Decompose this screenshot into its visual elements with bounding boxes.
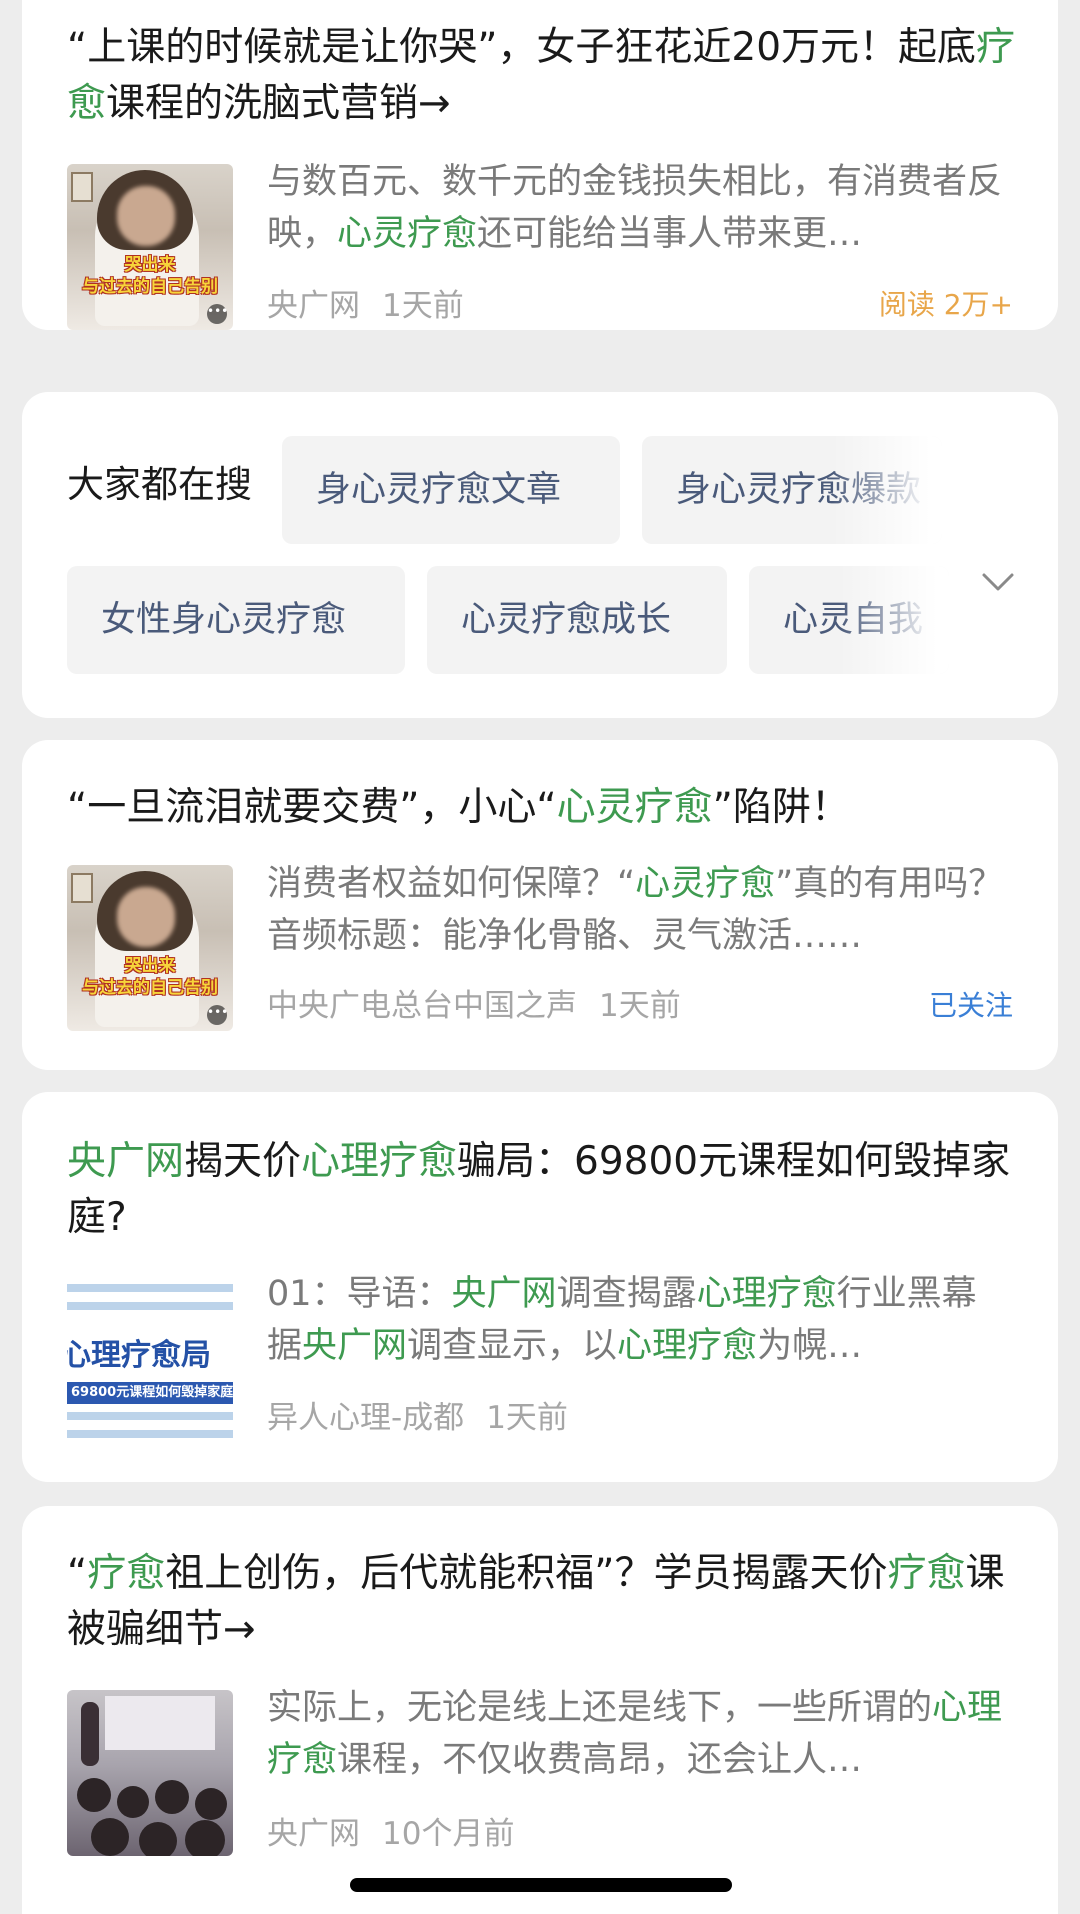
news-source: 中央广电总台中国之声	[267, 988, 577, 1024]
news-title[interactable]: “疗愈祖上创伤，后代就能积福”？学员揭露天价疗愈课被骗细节→	[67, 1546, 1018, 1658]
audience-head	[77, 1778, 111, 1812]
speaker-figure	[81, 1702, 99, 1766]
search-suggestions-card: 大家都在搜 身心灵疗愈文章 身心灵疗愈爆款 女性身心灵疗愈 心灵疗愈成长 心灵自…	[22, 392, 1058, 718]
search-chip[interactable]: 身心灵疗愈文章	[282, 436, 620, 544]
person-face	[117, 887, 175, 947]
audience-head	[185, 1820, 225, 1856]
banner-stripe	[67, 1412, 233, 1420]
news-thumbnail[interactable]: 哭出来 与过去的自己告别 •••	[67, 164, 233, 330]
news-meta: 央广网 1天前	[267, 280, 464, 325]
chevron-down-icon-svg	[982, 573, 1014, 591]
thumbnail-headline: 心理疗愈局	[67, 1338, 211, 1373]
thumbnail-subline: 69800元课程如何毁掉家庭?	[67, 1382, 233, 1404]
news-summary: 消费者权益如何保障？“心灵疗愈”真的有用吗？音频标题：能净化骨骼、灵气激活……	[267, 864, 1004, 956]
news-title[interactable]: “一旦流泪就要交费”，小心“心灵疗愈”陷阱！	[67, 780, 1018, 836]
more-dots-icon: •••	[207, 1005, 228, 1025]
audience-head	[117, 1786, 149, 1818]
banner-stripe	[67, 1302, 233, 1310]
news-source: 央广网	[267, 1816, 360, 1852]
banner-stripe	[67, 1430, 233, 1438]
news-summary: 01：导语：央广网调查揭露心理疗愈行业黑幕 据央广网调查显示，以心理疗愈为幌…	[267, 1274, 977, 1366]
news-card[interactable]: “上课的时候就是让你哭”，女子狂花近20万元！起底疗愈课程的洗脑式营销→ 哭出来…	[22, 0, 1058, 330]
more-dots-icon: •••	[207, 304, 228, 324]
news-thumbnail[interactable]: 哭出来 与过去的自己告别 •••	[67, 865, 233, 1031]
picture-frame	[71, 172, 93, 202]
news-time: 10个月前	[382, 1816, 515, 1852]
news-card[interactable]: “疗愈祖上创伤，后代就能积福”？学员揭露天价疗愈课被骗细节→ 实际上，无论是线上…	[22, 1506, 1058, 1914]
search-chip[interactable]: 女性身心灵疗愈	[67, 566, 405, 674]
search-suggestions-label: 大家都在搜	[67, 463, 252, 506]
followed-label[interactable]: 已关注	[929, 984, 1013, 1024]
picture-frame	[71, 873, 93, 903]
news-title[interactable]: “上课的时候就是让你哭”，女子狂花近20万元！起底疗愈课程的洗脑式营销→	[67, 20, 1018, 132]
news-thumbnail[interactable]	[67, 1690, 233, 1856]
home-indicator[interactable]	[350, 1878, 732, 1892]
search-chip[interactable]: 心灵疗愈成长	[427, 566, 727, 674]
audience-head	[195, 1788, 227, 1820]
chevron-down-icon[interactable]	[978, 562, 1018, 602]
news-time: 1天前	[599, 988, 681, 1024]
news-meta: 中央广电总台中国之声 1天前	[267, 980, 681, 1025]
audience-head	[139, 1822, 177, 1856]
person-face	[117, 186, 175, 246]
thumbnail-caption: 哭出来 与过去的自己告别	[82, 956, 218, 998]
search-chip[interactable]: 身心灵疗愈爆款	[642, 436, 942, 544]
news-card[interactable]: 央广网揭天价心理疗愈骗局：69800元课程如何毁掉家庭? 心理疗愈局 69800…	[22, 1092, 1058, 1482]
news-summary: 实际上，无论是线上还是线下，一些所谓的心理疗愈课程，不仅收费高昂，还会让人…	[267, 1688, 1003, 1780]
news-source: 异人心理-成都	[267, 1400, 465, 1436]
news-meta: 央广网 10个月前	[267, 1808, 514, 1853]
banner-stripe	[67, 1284, 233, 1292]
audience-head	[155, 1780, 189, 1814]
news-card[interactable]: “一旦流泪就要交费”，小心“心灵疗愈”陷阱！ 哭出来 与过去的自己告别 ••• …	[22, 740, 1058, 1070]
audience-head	[91, 1818, 129, 1856]
news-time: 1天前	[486, 1400, 568, 1436]
news-thumbnail[interactable]: 心理疗愈局 69800元课程如何毁掉家庭?	[67, 1278, 233, 1444]
classroom-whiteboard	[105, 1696, 215, 1750]
news-title[interactable]: 央广网揭天价心理疗愈骗局：69800元课程如何毁掉家庭?	[67, 1134, 1018, 1246]
news-summary: 与数百元、数千元的金钱损失相比，有消费者反映，心灵疗愈还可能给当事人带来更…	[267, 162, 1003, 254]
read-count: 阅读 2万+	[878, 288, 1013, 321]
search-chip[interactable]: 心灵自我	[749, 566, 949, 674]
thumbnail-caption: 哭出来 与过去的自己告别	[82, 255, 218, 297]
news-time: 1天前	[382, 288, 464, 324]
news-source: 央广网	[267, 288, 360, 324]
news-meta: 异人心理-成都 1天前	[267, 1392, 568, 1437]
